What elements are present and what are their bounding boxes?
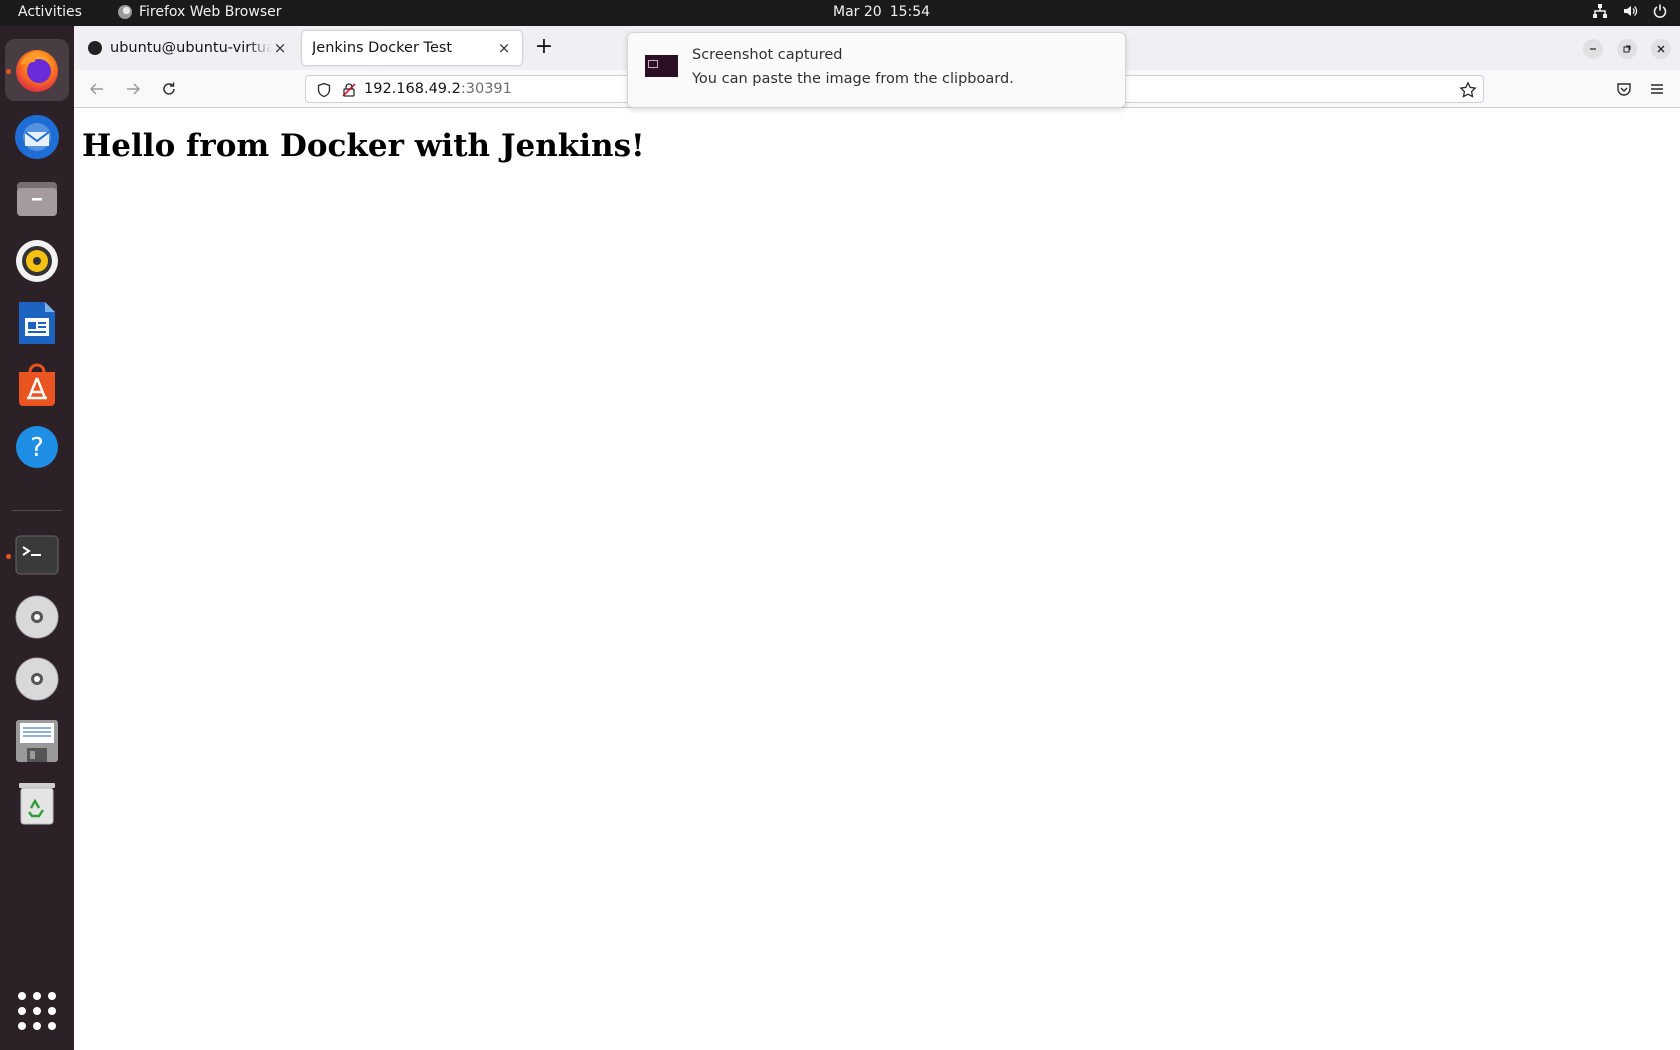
app-menu-label: Firefox Web Browser [139, 4, 282, 20]
browser-window: ubuntu@ubuntu-virtual-machine × Jenkins … [74, 26, 1680, 1050]
tab-close-icon[interactable]: × [496, 39, 512, 57]
clock-date: Mar 20 [833, 4, 882, 20]
app-menu[interactable]: Firefox Web Browser [118, 4, 282, 20]
insecure-lock-icon[interactable] [341, 82, 357, 98]
screenshot-notification[interactable]: Screenshot captured You can paste the im… [627, 32, 1126, 108]
files-icon [17, 182, 57, 216]
trash-icon [19, 783, 55, 825]
apps-grid-dot [18, 1007, 26, 1015]
writer-icon [19, 302, 55, 344]
reload-icon [163, 82, 175, 95]
help-icon: ? [16, 426, 58, 468]
show-applications-button[interactable] [18, 992, 56, 1030]
forward-button[interactable] [121, 77, 145, 101]
network-icon [1593, 4, 1607, 18]
apps-grid-dot [18, 1022, 26, 1030]
dock-firefox[interactable] [5, 39, 69, 101]
url-host: 192.168.49.2 [364, 81, 461, 97]
dock-help[interactable]: ? [5, 416, 69, 478]
thunderbird-icon [15, 115, 59, 159]
restore-icon [1623, 45, 1631, 53]
dock-floppy-drive[interactable] [5, 710, 69, 772]
running-indicator [6, 554, 11, 559]
dock-app-center[interactable] [5, 354, 69, 416]
back-button[interactable] [85, 77, 109, 101]
dock-separator [12, 510, 62, 511]
dock-files[interactable] [5, 168, 69, 230]
apps-grid-dot [48, 992, 56, 1000]
disc-icon [15, 595, 59, 639]
tab-close-icon[interactable]: × [272, 39, 288, 57]
app-center-icon [19, 363, 55, 406]
page-heading: Hello from Docker with Jenkins! [82, 128, 645, 164]
url-text[interactable]: 192.168.49.2:30391 [364, 81, 512, 97]
dock-trash[interactable] [5, 772, 69, 834]
pocket-icon [1617, 83, 1631, 96]
close-icon [1657, 45, 1665, 53]
power-icon [1653, 4, 1667, 18]
disc-icon [15, 657, 59, 701]
notification-body: You can paste the image from the clipboa… [692, 71, 1014, 87]
close-window-button[interactable] [1651, 39, 1671, 59]
system-tray[interactable] [1592, 3, 1668, 19]
bookmark-star-icon[interactable] [1459, 81, 1477, 99]
tab-title: Jenkins Docker Test [312, 40, 453, 56]
apps-grid-dot [18, 992, 26, 1000]
firefox-mini-icon [118, 5, 132, 19]
rhythmbox-icon [16, 240, 58, 282]
dock-dvd-drive-2[interactable] [5, 648, 69, 710]
dock: ? [0, 26, 74, 1050]
minimize-icon [1590, 48, 1596, 50]
apps-grid-dot [48, 1022, 56, 1030]
pocket-button[interactable] [1612, 77, 1636, 101]
url-port: :30391 [460, 81, 512, 97]
apps-grid-dot [33, 1022, 41, 1030]
terminal-icon [15, 535, 59, 575]
floppy-drive-icon [16, 720, 58, 762]
dock-libreoffice-writer[interactable] [5, 292, 69, 354]
tab-jenkins-docker-test[interactable]: Jenkins Docker Test × [302, 31, 522, 65]
forward-arrow-icon [127, 83, 141, 95]
tab-title: ubuntu@ubuntu-virtual-machine [110, 40, 272, 56]
dock-terminal[interactable] [5, 524, 69, 586]
dock-dvd-drive-1[interactable] [5, 586, 69, 648]
screenshot-thumbnail-icon [645, 55, 678, 77]
new-tab-button[interactable]: + [531, 35, 557, 61]
tab-terminal[interactable]: ubuntu@ubuntu-virtual-machine × [78, 31, 298, 65]
clock[interactable]: Mar 20 15:54 [833, 4, 930, 20]
hamburger-menu-icon [1651, 84, 1663, 94]
reload-button[interactable] [157, 77, 181, 101]
app-menu-button[interactable] [1645, 77, 1669, 101]
volume-icon [1624, 6, 1638, 16]
page-content: Hello from Docker with Jenkins! [74, 109, 1680, 1050]
top-bar: Activities Firefox Web Browser Mar 20 15:… [0, 0, 1680, 26]
notification-title: Screenshot captured [692, 47, 843, 63]
tracking-protection-shield-icon[interactable] [316, 82, 332, 98]
running-indicator [6, 69, 11, 74]
dock-rhythmbox[interactable] [5, 230, 69, 292]
dock-thunderbird[interactable] [5, 106, 69, 168]
apps-grid-dot [48, 1007, 56, 1015]
clock-time: 15:54 [889, 4, 931, 20]
restore-button[interactable] [1617, 39, 1637, 59]
svg-text:?: ? [30, 433, 44, 463]
tab-favicon-icon [88, 41, 102, 55]
back-arrow-icon [89, 83, 103, 95]
activities-button[interactable]: Activities [18, 4, 82, 20]
minimize-button[interactable] [1583, 39, 1603, 59]
apps-grid-dot [33, 992, 41, 1000]
firefox-icon [16, 50, 58, 92]
apps-grid-dot [33, 1007, 41, 1015]
